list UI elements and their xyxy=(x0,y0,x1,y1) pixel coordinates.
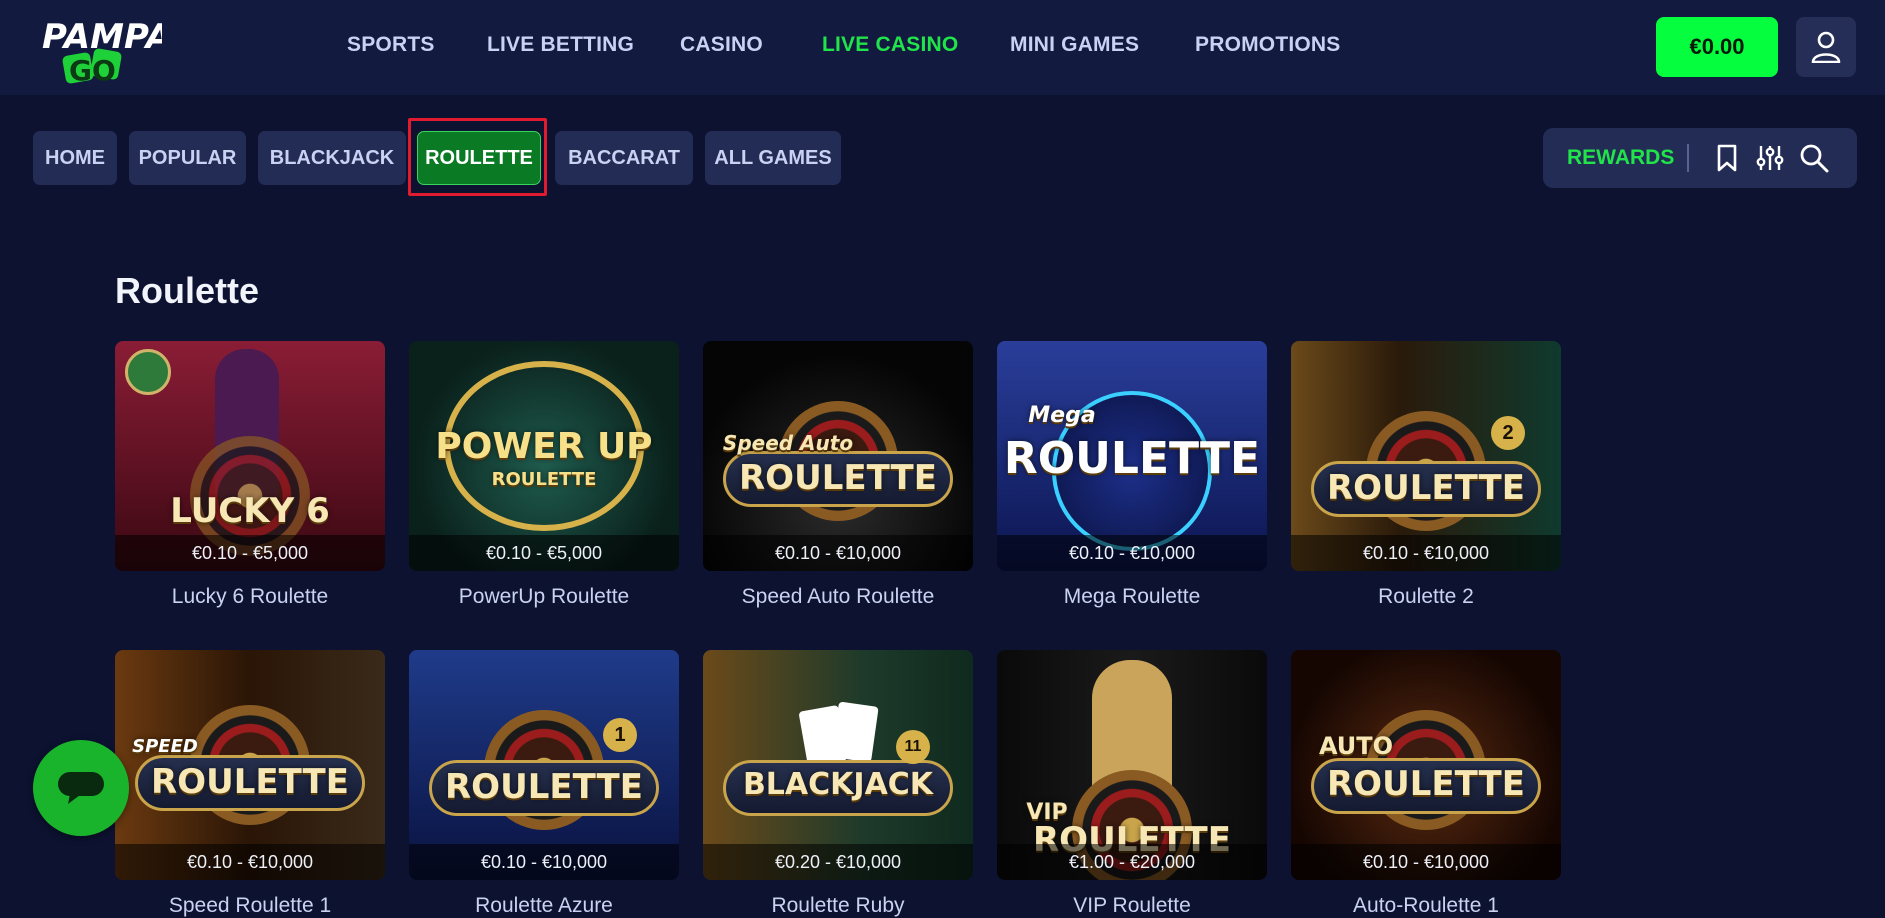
category-baccarat[interactable]: BACCARAT xyxy=(555,131,693,185)
game-thumbnail[interactable]: VIP ROULETTE €1.00 - €20,000 xyxy=(997,650,1267,880)
rewards-link[interactable]: REWARDS xyxy=(1567,146,1674,170)
game-title[interactable]: VIP Roulette xyxy=(997,894,1267,918)
game-art-title: ROULETTE xyxy=(1003,433,1261,484)
game-art-title: ROULETTE xyxy=(1327,764,1525,804)
game-thumbnail[interactable]: POWER UP ROULETTE €0.10 - €5,000 xyxy=(409,341,679,571)
game-card-roulette-azure[interactable]: 1 ROULETTE €0.10 - €10,000 Roulette Azur… xyxy=(409,650,679,918)
logo-bottom-text: GO xyxy=(69,54,116,86)
game-card-speed-roulette-1[interactable]: SPEED ROULETTE €0.10 - €10,000 Speed Rou… xyxy=(115,650,385,918)
game-stakes: €0.10 - €10,000 xyxy=(703,535,973,571)
game-stakes: €0.10 - €10,000 xyxy=(115,844,385,880)
balance-button[interactable]: €0.00 xyxy=(1656,17,1778,77)
nav-promotions[interactable]: PROMOTIONS xyxy=(1195,33,1341,57)
chat-button[interactable] xyxy=(33,740,129,836)
nav-casino[interactable]: CASINO xyxy=(680,33,763,57)
game-art-title: ROULETTE xyxy=(445,767,643,807)
game-title[interactable]: PowerUp Roulette xyxy=(409,585,679,609)
game-art-subtitle: SPEED xyxy=(132,736,198,757)
search-icon[interactable] xyxy=(1799,143,1829,173)
game-title[interactable]: Auto-Roulette 1 xyxy=(1291,894,1561,918)
tools-panel: REWARDS xyxy=(1543,128,1857,188)
game-art-subtitle: ROULETTE xyxy=(491,469,597,490)
game-card-roulette-2[interactable]: 2 ROULETTE €0.10 - €10,000 Roulette 2 xyxy=(1291,341,1561,609)
game-card-mega-roulette[interactable]: Mega ROULETTE €0.10 - €10,000 Mega Roule… xyxy=(997,341,1267,609)
game-stakes: €0.10 - €5,000 xyxy=(115,535,385,571)
category-roulette[interactable]: ROULETTE xyxy=(417,131,541,185)
game-title[interactable]: Roulette Azure xyxy=(409,894,679,918)
nav-sports[interactable]: SPORTS xyxy=(347,33,435,57)
site-logo[interactable]: PAMPA GO xyxy=(42,10,172,87)
game-stakes: €0.10 - €10,000 xyxy=(1291,844,1561,880)
top-header: PAMPA GO SPORTS LIVE BETTING CASINO LIVE… xyxy=(0,0,1885,95)
game-card-speed-auto-roulette[interactable]: Speed Auto ROULETTE €0.10 - €10,000 Spee… xyxy=(703,341,973,609)
game-thumbnail[interactable]: 2 ROULETTE €0.10 - €10,000 xyxy=(1291,341,1561,571)
game-title[interactable]: Roulette Ruby xyxy=(703,894,973,918)
game-stakes: €0.10 - €5,000 xyxy=(409,535,679,571)
nav-mini-games[interactable]: MINI GAMES xyxy=(1010,33,1139,57)
game-thumbnail[interactable]: SPEED ROULETTE €0.10 - €10,000 xyxy=(115,650,385,880)
game-card-roulette-ruby[interactable]: 11 BLACKJACK €0.20 - €10,000 Roulette Ru… xyxy=(703,650,973,918)
game-card-vip-roulette[interactable]: VIP ROULETTE €1.00 - €20,000 VIP Roulett… xyxy=(997,650,1267,918)
table-number-badge: 2 xyxy=(1491,416,1525,450)
filter-sliders-icon[interactable] xyxy=(1755,143,1785,173)
tools-divider xyxy=(1687,144,1689,172)
number-ball-graphic xyxy=(125,349,171,395)
game-thumbnail[interactable]: LUCKY 6 €0.10 - €5,000 xyxy=(115,341,385,571)
nav-live-casino[interactable]: LIVE CASINO xyxy=(822,33,958,57)
game-art-title: BLACKJACK xyxy=(742,767,934,802)
game-title[interactable]: Lucky 6 Roulette xyxy=(115,585,385,609)
game-stakes: €0.10 - €10,000 xyxy=(997,535,1267,571)
game-art-subtitle: AUTO xyxy=(1318,732,1394,760)
category-home[interactable]: HOME xyxy=(33,131,117,185)
game-thumbnail[interactable]: 1 ROULETTE €0.10 - €10,000 xyxy=(409,650,679,880)
game-art-subtitle: Mega xyxy=(1028,403,1096,428)
game-card-lucky-6-roulette[interactable]: LUCKY 6 €0.10 - €5,000 Lucky 6 Roulette xyxy=(115,341,385,609)
user-account-button[interactable] xyxy=(1796,17,1856,77)
game-thumbnail[interactable]: 11 BLACKJACK €0.20 - €10,000 xyxy=(703,650,973,880)
game-title[interactable]: Mega Roulette xyxy=(997,585,1267,609)
game-art-subtitle: Speed Auto xyxy=(722,431,854,455)
game-thumbnail[interactable]: AUTO ROULETTE €0.10 - €10,000 xyxy=(1291,650,1561,880)
game-title[interactable]: Roulette 2 xyxy=(1291,585,1561,609)
game-art-title: LUCKY 6 xyxy=(170,491,330,531)
game-thumbnail[interactable]: Speed Auto ROULETTE €0.10 - €10,000 xyxy=(703,341,973,571)
category-popular[interactable]: POPULAR xyxy=(129,131,246,185)
category-all-games[interactable]: ALL GAMES xyxy=(705,131,841,185)
game-art-title: ROULETTE xyxy=(151,762,349,802)
game-title[interactable]: Speed Roulette 1 xyxy=(115,894,385,918)
game-stakes: €1.00 - €20,000 xyxy=(997,844,1267,880)
category-blackjack[interactable]: BLACKJACK xyxy=(258,131,406,185)
section-title: Roulette xyxy=(115,270,259,311)
game-thumbnail[interactable]: Mega ROULETTE €0.10 - €10,000 xyxy=(997,341,1267,571)
game-title[interactable]: Speed Auto Roulette xyxy=(703,585,973,609)
game-art-title: ROULETTE xyxy=(739,458,937,498)
game-card-powerup-roulette[interactable]: POWER UP ROULETTE €0.10 - €5,000 PowerUp… xyxy=(409,341,679,609)
nav-live-betting[interactable]: LIVE BETTING xyxy=(487,33,634,57)
chat-bubble-icon xyxy=(58,772,104,804)
bookmark-icon[interactable] xyxy=(1712,143,1742,173)
logo-graphic: PAMPA GO xyxy=(42,17,172,87)
table-number-badge: 11 xyxy=(896,730,930,764)
user-icon xyxy=(1811,31,1841,63)
table-number-badge: 1 xyxy=(603,718,637,752)
game-stakes: €0.10 - €10,000 xyxy=(409,844,679,880)
game-card-auto-roulette-1[interactable]: AUTO ROULETTE €0.10 - €10,000 Auto-Roule… xyxy=(1291,650,1561,918)
playing-card-graphic xyxy=(831,701,879,763)
game-art-title: ROULETTE xyxy=(1327,468,1525,508)
game-art-title: POWER UP xyxy=(435,426,653,467)
game-stakes: €0.20 - €10,000 xyxy=(703,844,973,880)
game-stakes: €0.10 - €10,000 xyxy=(1291,535,1561,571)
